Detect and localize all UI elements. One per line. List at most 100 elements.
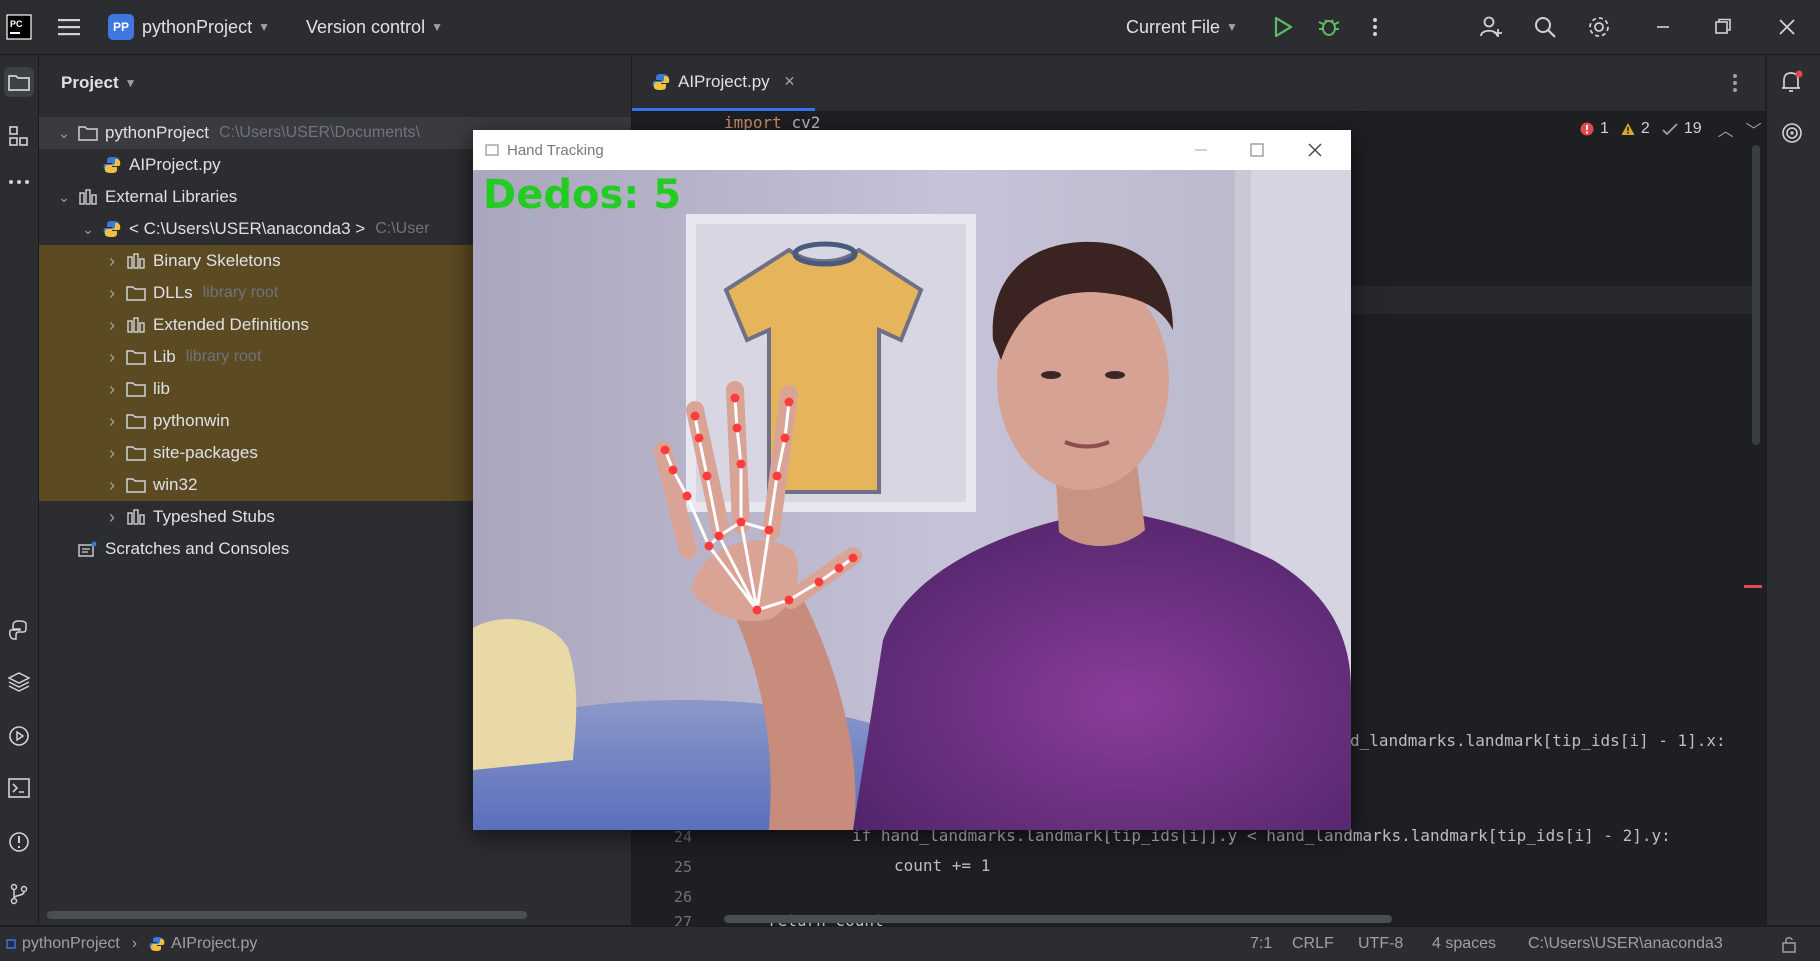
camera-window-titlebar[interactable]: Hand Tracking <box>473 130 1351 170</box>
camera-feed: Dedos: 5 <box>473 170 1351 830</box>
caret-position[interactable]: 7:1 <box>1250 927 1272 961</box>
tree-row-hint: library root <box>202 284 279 301</box>
chevron-up-icon[interactable]: ︿ <box>1718 117 1734 141</box>
code-line-fragment[interactable]: d_landmarks.landmark[tip_ids[i] - 1].x: <box>1350 731 1726 750</box>
terminal-icon[interactable] <box>4 773 34 803</box>
breadcrumb-file[interactable]: AIProject.py <box>171 935 257 953</box>
inspection-widget[interactable]: 1 2 19 ︿ ﹀ <box>1580 117 1762 141</box>
debug-icon[interactable] <box>1314 12 1344 42</box>
code-line-25[interactable]: count += 1 <box>894 856 990 875</box>
chevron-right-icon[interactable]: › <box>105 507 119 528</box>
tree-row-label: lib <box>153 379 171 398</box>
title-bar: PC PP pythonProject ▼ Version control ▼ … <box>0 0 1820 55</box>
more-options-icon[interactable] <box>1360 12 1390 42</box>
tree-row-label: Extended Definitions <box>153 315 309 334</box>
indent-setting[interactable]: 4 spaces <box>1432 927 1496 961</box>
more-tools-icon[interactable] <box>4 167 34 197</box>
main-menu-icon[interactable] <box>54 12 84 42</box>
python-packages-icon[interactable] <box>4 615 34 645</box>
chevron-right-icon[interactable]: › <box>105 475 119 496</box>
tree-row-label: pythonProject <box>105 123 209 142</box>
tree-row-hint: library root <box>185 348 262 365</box>
window-maximize-icon[interactable] <box>1249 142 1265 158</box>
tree-row-label: site-packages <box>153 443 258 462</box>
folder-icon <box>125 348 147 366</box>
library-icon <box>77 188 99 206</box>
pycharm-logo-icon[interactable]: PC <box>4 12 34 42</box>
python-interpreter[interactable]: C:\Users\USER\anaconda3 <box>1528 927 1723 961</box>
chevron-down-icon[interactable]: ﹀ <box>1746 117 1762 141</box>
notifications-bell-icon[interactable] <box>1779 69 1805 95</box>
run-config-selector[interactable]: Current File ▼ <box>1126 0 1238 54</box>
chevron-right-icon: › <box>131 935 138 952</box>
folder-icon <box>125 412 147 430</box>
structure-icon[interactable] <box>4 121 34 151</box>
git-branch-icon[interactable] <box>4 879 34 909</box>
run-icon[interactable] <box>1268 12 1298 42</box>
run-tool-icon[interactable] <box>4 721 34 751</box>
window-close-icon[interactable] <box>1307 142 1323 158</box>
window-minimize-icon[interactable] <box>1193 142 1209 158</box>
tab-options-icon[interactable] <box>1732 73 1738 93</box>
close-window-icon[interactable] <box>1772 12 1802 42</box>
right-tool-stripe <box>1766 55 1820 925</box>
editor-horizontal-scrollbar[interactable] <box>724 915 1392 923</box>
library-icon <box>125 316 147 334</box>
tree-row-label: Scratches and Consoles <box>105 539 290 558</box>
project-badge: PP <box>108 14 134 40</box>
project-panel-header[interactable]: Project ▼ <box>39 55 631 111</box>
settings-gear-icon[interactable] <box>1584 12 1614 42</box>
line-number: 24 <box>673 828 692 846</box>
chevron-down-icon[interactable]: ⌄ <box>57 189 71 206</box>
chevron-down-icon[interactable]: ⌄ <box>81 221 95 238</box>
folder-icon <box>125 444 147 462</box>
problems-icon[interactable] <box>4 827 34 857</box>
error-icon <box>1580 122 1594 136</box>
add-user-icon[interactable] <box>1476 12 1506 42</box>
breadcrumb-project[interactable]: pythonProject <box>22 935 120 953</box>
lock-icon[interactable] <box>1780 927 1798 961</box>
tab-close-icon[interactable]: ✕ <box>784 73 796 90</box>
search-icon[interactable] <box>1530 12 1560 42</box>
file-encoding[interactable]: UTF-8 <box>1358 927 1403 961</box>
layers-icon[interactable] <box>4 667 34 697</box>
weak-warning-count: 19 <box>1683 120 1702 137</box>
restore-icon[interactable] <box>1708 12 1738 42</box>
horizontal-scrollbar[interactable] <box>47 911 527 919</box>
folder-icon <box>125 476 147 494</box>
hand-tracking-window[interactable]: Hand Tracking Dedos: 5 <box>473 130 1351 830</box>
chevron-down-icon: ▼ <box>1226 20 1238 34</box>
tab-label: AIProject.py <box>678 71 770 91</box>
warning-icon <box>1621 122 1635 136</box>
chevron-right-icon[interactable]: › <box>105 283 119 304</box>
chevron-right-icon[interactable]: › <box>105 347 119 368</box>
left-tool-stripe <box>0 55 39 925</box>
error-stripe-marker[interactable] <box>1744 585 1762 588</box>
finger-count-overlay: Dedos: 5 <box>483 172 681 218</box>
vcs-widget[interactable]: Version control ▼ <box>306 0 443 54</box>
chevron-right-icon[interactable]: › <box>105 251 119 272</box>
tree-row-label: External Libraries <box>105 187 238 206</box>
python-icon <box>101 220 123 238</box>
chevron-right-icon[interactable]: › <box>105 443 119 464</box>
tab-aiproject-py[interactable]: AIProject.py ✕ <box>632 55 816 111</box>
tree-row-label: win32 <box>153 475 198 494</box>
vcs-label: Version control <box>306 16 426 37</box>
tree-row-hint: C:\Users\USER\Documents\ <box>218 124 420 141</box>
minimize-icon[interactable] <box>1648 12 1678 42</box>
chevron-right-icon[interactable]: › <box>105 315 119 336</box>
webcam-image <box>473 170 1351 830</box>
overlay-label: Dedos: <box>483 172 640 218</box>
line-separator[interactable]: CRLF <box>1292 927 1334 961</box>
warning-count: 2 <box>1640 120 1650 137</box>
chevron-down-icon[interactable]: ⌄ <box>57 125 71 142</box>
project-tool-folder-icon[interactable] <box>4 67 34 97</box>
editor-vertical-scrollbar[interactable] <box>1752 145 1760 445</box>
line-number: 25 <box>673 858 692 876</box>
ai-assistant-swirl-icon[interactable] <box>1780 121 1804 145</box>
chevron-right-icon[interactable]: › <box>105 379 119 400</box>
library-icon <box>125 508 147 526</box>
project-name: pythonProject <box>142 16 253 37</box>
chevron-right-icon[interactable]: › <box>105 411 119 432</box>
project-switcher[interactable]: PP pythonProject ▼ <box>108 0 270 54</box>
